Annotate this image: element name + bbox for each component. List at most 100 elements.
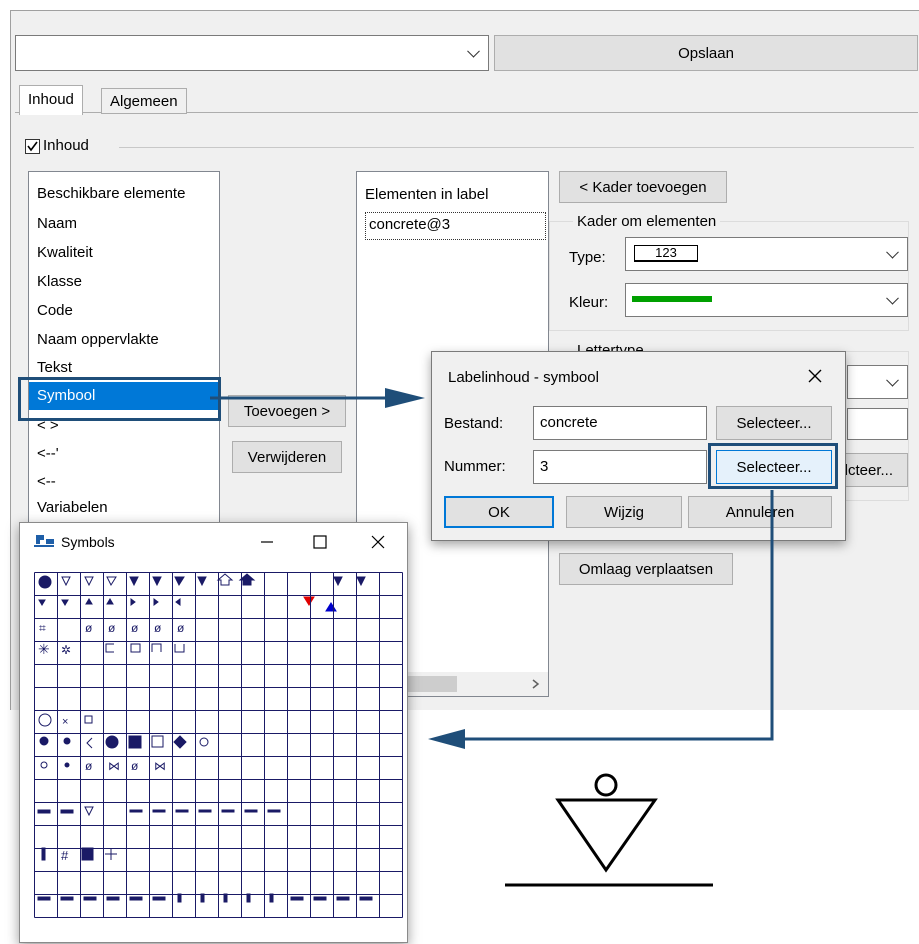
filled-triangle-symbol[interactable] — [197, 576, 207, 587]
line-symbol[interactable] — [221, 809, 235, 813]
dot-symbol[interactable] — [39, 736, 49, 746]
diamond-symbol[interactable] — [173, 735, 187, 749]
angle-symbol[interactable] — [86, 737, 93, 749]
line-symbol[interactable] — [129, 809, 143, 813]
small-circle-symbol[interactable] — [40, 761, 48, 769]
weld-symbol[interactable] — [37, 809, 51, 814]
weld-symbol[interactable] — [223, 893, 228, 903]
weld-symbol[interactable] — [246, 893, 251, 903]
list-item[interactable]: Naam oppervlakte — [29, 326, 219, 354]
line-symbol[interactable] — [152, 809, 166, 813]
plus-symbol[interactable] — [105, 848, 117, 860]
crossed-square-symbol[interactable] — [151, 735, 164, 748]
label-style-dropdown[interactable] — [15, 35, 489, 71]
weld-symbol[interactable] — [106, 896, 120, 901]
weld-symbol[interactable] — [129, 896, 143, 901]
line-symbol[interactable] — [244, 809, 258, 813]
hash-symbol[interactable]: # — [61, 848, 69, 863]
star-symbol[interactable]: ✳ — [38, 641, 50, 657]
list-item[interactable]: Code — [29, 297, 219, 325]
weld-symbol[interactable] — [336, 896, 350, 901]
diameter-symbol[interactable]: ø — [131, 759, 139, 773]
small-triangle-symbol[interactable] — [106, 598, 114, 605]
weld-symbol[interactable] — [60, 896, 74, 901]
scroll-right-icon[interactable] — [532, 679, 540, 689]
weld-symbol[interactable] — [152, 896, 166, 901]
filled-triangle-symbol[interactable] — [174, 576, 185, 587]
small-triangle-symbol[interactable] — [130, 598, 136, 606]
target-symbol[interactable] — [199, 737, 209, 747]
bracket-symbol[interactable] — [105, 643, 114, 653]
list-item[interactable]: Klasse — [29, 268, 219, 296]
tab-algemeen[interactable]: Algemeen — [101, 88, 187, 114]
frame-type-dropdown[interactable]: 123 — [625, 237, 908, 271]
circle-symbol[interactable] — [38, 713, 52, 727]
dot-symbol[interactable] — [63, 737, 71, 745]
move-down-button[interactable]: Omlaag verplaatsen — [559, 553, 733, 585]
edit-button[interactable]: Wijzig — [566, 496, 682, 528]
arrow-up-symbol[interactable] — [238, 573, 256, 586]
blue-triangle-symbol[interactable] — [325, 602, 337, 612]
triangle-symbol[interactable] — [84, 576, 94, 587]
weld-symbol[interactable] — [269, 893, 274, 903]
weld-symbol[interactable] — [359, 896, 373, 901]
grid-symbol[interactable] — [81, 847, 94, 861]
close-icon[interactable] — [369, 533, 387, 551]
remove-button[interactable]: Verwijderen — [232, 441, 342, 473]
diameter-symbol[interactable]: ø — [154, 621, 162, 635]
small-triangle-symbol[interactable] — [38, 599, 46, 606]
tab-inhoud[interactable]: Inhoud — [19, 85, 83, 115]
weld-symbol[interactable] — [37, 896, 51, 901]
red-triangle-symbol[interactable] — [303, 596, 315, 606]
frame-color-dropdown[interactable] — [625, 283, 908, 317]
weld-symbol[interactable] — [313, 896, 327, 901]
number-input[interactable]: 3 — [533, 450, 707, 484]
diameter-symbol[interactable]: ø — [85, 759, 93, 773]
line-symbol[interactable] — [175, 809, 189, 813]
line-symbol[interactable] — [267, 809, 281, 813]
add-frame-button[interactable]: < Kader toevoegen — [559, 171, 727, 203]
diameter-symbol[interactable]: ø — [108, 621, 116, 635]
font-dropdown[interactable] — [847, 365, 908, 399]
minimize-icon[interactable] — [258, 533, 276, 551]
symbol-grid[interactable]: ⌗ ø ø ø ø ø ✳ ✲ × ø ⋈ ø ⋈ # — [34, 572, 403, 944]
bowtie-symbol[interactable]: ⋈ — [154, 759, 166, 773]
list-item[interactable]: Naam — [29, 210, 219, 238]
inhoud-checkbox[interactable] — [25, 139, 40, 154]
diameter-symbol[interactable]: ø — [85, 621, 93, 635]
bracket-symbol[interactable] — [151, 643, 162, 652]
cross-symbol[interactable]: × — [62, 716, 68, 728]
diameter-symbol[interactable]: ø — [131, 621, 139, 635]
weld-symbol[interactable] — [200, 893, 205, 903]
small-triangle-symbol[interactable] — [85, 598, 93, 605]
add-button[interactable]: Toevoegen > — [228, 395, 346, 427]
dot-symbol[interactable] — [64, 762, 70, 768]
square-symbol[interactable] — [130, 643, 141, 653]
bracket-symbol[interactable] — [174, 644, 185, 653]
list-item[interactable]: <-- — [29, 468, 219, 496]
small-triangle-symbol[interactable] — [175, 598, 181, 606]
list-item[interactable]: concrete@3 — [365, 212, 546, 240]
small-triangle-symbol[interactable] — [61, 599, 69, 606]
triangle-symbol[interactable] — [106, 576, 117, 587]
triangle-symbol[interactable] — [61, 576, 71, 587]
weld-symbol[interactable] — [83, 896, 97, 901]
filled-triangle-symbol[interactable] — [129, 576, 139, 587]
file-input[interactable]: concrete — [533, 406, 707, 440]
filled-triangle-symbol[interactable] — [356, 576, 366, 587]
cancel-button[interactable]: Annuleren — [688, 496, 832, 528]
triangle-symbol[interactable] — [84, 806, 94, 817]
filled-circle-symbol[interactable] — [38, 575, 52, 589]
diameter-symbol[interactable]: ø — [177, 621, 185, 635]
save-button[interactable]: Opslaan — [494, 35, 918, 71]
maximize-icon[interactable] — [311, 533, 329, 551]
list-item[interactable]: Variabelen — [29, 494, 219, 522]
weld-symbol[interactable] — [290, 896, 304, 901]
ok-button[interactable]: OK — [444, 496, 554, 528]
half-circle-symbol[interactable] — [105, 735, 119, 749]
weld-symbol[interactable] — [177, 893, 182, 903]
bowtie-symbol[interactable]: ⋈ — [108, 759, 120, 773]
square-symbol[interactable] — [84, 715, 93, 724]
bar-symbol[interactable] — [41, 847, 46, 861]
line-symbol[interactable] — [198, 809, 212, 813]
